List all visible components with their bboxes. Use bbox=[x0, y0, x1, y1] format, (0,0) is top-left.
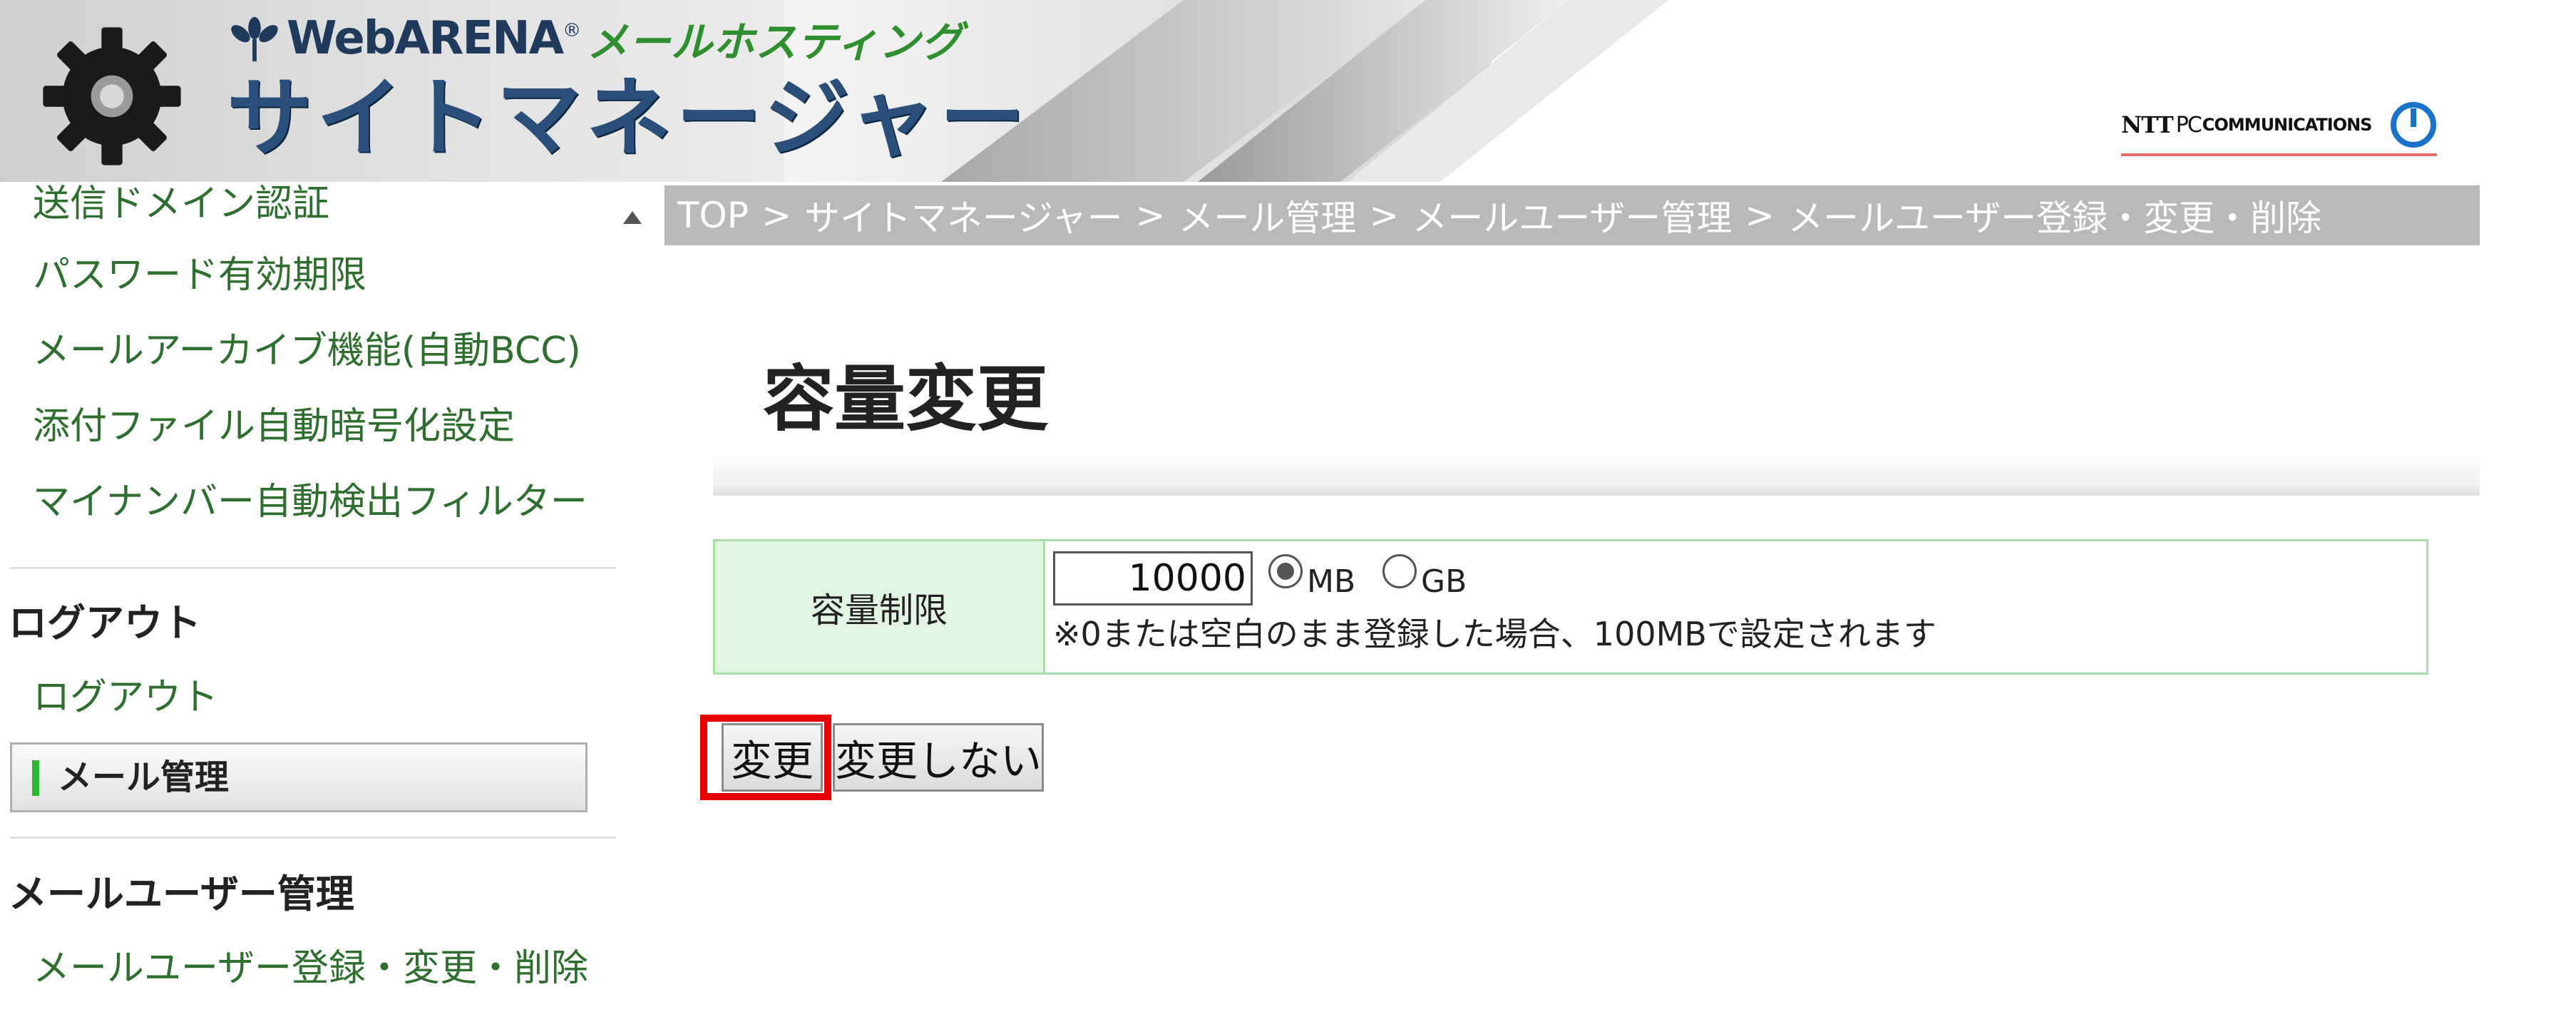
breadcrumb-separator: > bbox=[1135, 195, 1166, 236]
sidebar-heading-mail-user: メールユーザー管理 bbox=[9, 872, 354, 916]
no-change-button[interactable]: 変更しない bbox=[833, 723, 1044, 792]
breadcrumb-separator: > bbox=[1745, 195, 1775, 236]
sidebar-item-attachment-encryption[interactable]: 添付ファイル自動暗号化設定 bbox=[33, 402, 515, 451]
ntt-power-icon bbox=[2391, 102, 2437, 148]
capacity-note: ※0または空白のまま登録した場合、100MBで設定されます bbox=[1053, 615, 1936, 653]
ntt-logo: NTT PC COMMUNICATIONS bbox=[2121, 96, 2438, 156]
brand-product: メールホスティング bbox=[587, 18, 963, 66]
sidebar-item-mail-user-register[interactable]: メールユーザー登録・変更・削除 bbox=[33, 944, 588, 993]
ntt-communications: COMMUNICATIONS bbox=[2202, 115, 2373, 135]
change-button[interactable]: 変更 bbox=[722, 723, 823, 792]
header: WebARENA ® メールホスティング サイトマネージャー NTT PC CO… bbox=[0, 0, 2576, 182]
page-title: 容量変更 bbox=[763, 357, 1048, 441]
sidebar: 送信ドメイン認証 パスワード有効期限 メールアーカイブ機能(自動BCC) 添付フ… bbox=[0, 182, 622, 1012]
sidebar-item-sender-domain-auth[interactable]: 送信ドメイン認証 bbox=[33, 182, 329, 229]
breadcrumb-separator: > bbox=[761, 195, 791, 236]
scroll-up-icon[interactable] bbox=[622, 207, 643, 228]
gear-icon bbox=[43, 27, 181, 165]
breadcrumb: TOP > サイトマネージャー > メール管理 > メールユーザー管理 > メー… bbox=[664, 185, 2480, 245]
brand-line: WebARENA ® メールホスティング bbox=[227, 10, 963, 67]
brand-trademark: ® bbox=[563, 20, 582, 41]
capacity-label-cell: 容量制限 bbox=[715, 541, 1045, 673]
sidebar-item-mynumber-filter[interactable]: マイナンバー自動検出フィルター bbox=[33, 477, 587, 527]
sidebar-divider bbox=[10, 837, 616, 839]
capacity-form-table: 容量制限 MB GB ※0または空白のまま登録した場合、100MBで設定されます bbox=[713, 539, 2428, 675]
page-title-block: 容量変更 bbox=[713, 317, 2480, 496]
flower-icon bbox=[231, 16, 278, 62]
unit-label-gb: GB bbox=[1421, 563, 1467, 600]
sidebar-section-label: メール管理 bbox=[58, 757, 230, 797]
ntt-text: NTT bbox=[2121, 111, 2174, 138]
active-marker bbox=[32, 760, 39, 796]
breadcrumb-top[interactable]: TOP bbox=[677, 195, 749, 236]
unit-label-mb: MB bbox=[1307, 563, 1356, 600]
sidebar-item-password-expiry[interactable]: パスワード有効期限 bbox=[33, 250, 366, 300]
sidebar-heading-logout: ログアウト bbox=[9, 600, 201, 645]
site-title: サイトマネージャー bbox=[227, 69, 1030, 168]
sidebar-item-mail-archive[interactable]: メールアーカイブ機能(自動BCC) bbox=[33, 326, 581, 376]
sidebar-item-logout[interactable]: ログアウト bbox=[33, 673, 218, 722]
sidebar-section-mail-management[interactable]: メール管理 bbox=[10, 742, 587, 812]
breadcrumb-site-manager[interactable]: サイトマネージャー bbox=[804, 190, 1123, 241]
breadcrumb-mail-user-management[interactable]: メールユーザー管理 bbox=[1412, 190, 1732, 241]
breadcrumb-separator: > bbox=[1369, 195, 1400, 236]
capacity-input[interactable] bbox=[1053, 551, 1253, 605]
breadcrumb-mail-management[interactable]: メール管理 bbox=[1178, 190, 1356, 241]
ntt-pc: PC bbox=[2175, 112, 2202, 138]
sidebar-divider bbox=[10, 567, 616, 569]
brand-name: WebARENA bbox=[287, 12, 564, 65]
breadcrumb-current: メールユーザー登録・変更・削除 bbox=[1787, 198, 2322, 239]
unit-radio-gb[interactable] bbox=[1382, 554, 1417, 588]
capacity-label: 容量制限 bbox=[810, 591, 948, 630]
unit-radio-mb[interactable] bbox=[1268, 554, 1303, 588]
